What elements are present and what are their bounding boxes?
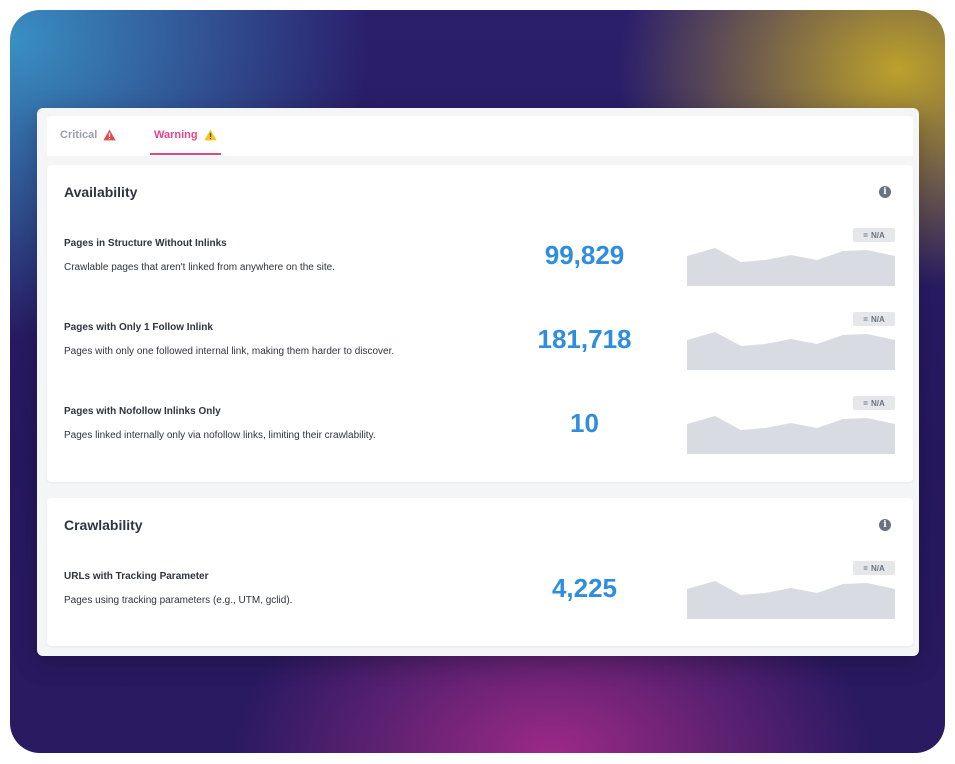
equals-icon: = [863,314,868,324]
issue-count[interactable]: 4,225 [502,573,667,604]
info-icon[interactable]: i [879,519,891,531]
issue-row[interactable]: Pages with Only 1 Follow Inlink Pages wi… [47,312,913,398]
issue-count[interactable]: 10 [502,408,667,439]
issue-count[interactable]: 99,829 [502,240,667,271]
sparkline [687,332,895,370]
sparkline [687,581,895,619]
tab-critical[interactable]: Critical [60,116,116,154]
issue-count[interactable]: 181,718 [502,324,667,355]
trend-badge-label: N/A [870,314,885,324]
issue-title: Pages with Nofollow Inlinks Only [64,406,221,417]
issue-row[interactable]: Pages in Structure Without Inlinks Crawl… [47,228,913,314]
tab-warning-label: Warning [154,128,198,141]
issues-panel: Critical Warning Availability i Pages in… [37,108,919,656]
trend-badge: = N/A [853,561,895,575]
section-title: Availability [64,184,138,200]
trend-badge: = N/A [853,396,895,410]
issue-title: Pages with Only 1 Follow Inlink [64,322,213,333]
tab-critical-label: Critical [60,129,98,141]
trend-badge: = N/A [853,312,895,326]
warning-triangle-icon [103,129,116,141]
equals-icon: = [863,230,868,240]
issue-title: URLs with Tracking Parameter [64,571,209,582]
issue-description: Pages linked internally only via nofollo… [64,430,376,441]
issue-description: Pages with only one followed internal li… [64,346,395,357]
equals-icon: = [863,563,868,573]
sparkline [687,248,895,286]
sparkline [687,416,895,454]
availability-card: Availability i Pages in Structure Withou… [47,165,913,482]
trend-badge-label: N/A [870,230,885,240]
tab-bar: Critical Warning [47,116,913,156]
trend-badge: = N/A [853,228,895,242]
issue-row[interactable]: Pages with Nofollow Inlinks Only Pages l… [47,396,913,482]
crawlability-card: Crawlability i URLs with Tracking Parame… [47,498,913,646]
warning-triangle-icon [203,129,217,140]
equals-icon: = [863,398,868,408]
issue-row[interactable]: URLs with Tracking Parameter Pages using… [47,561,913,647]
issue-title: Pages in Structure Without Inlinks [64,238,227,249]
info-icon[interactable]: i [879,186,891,198]
tab-warning[interactable]: Warning [150,116,221,155]
section-title: Crawlability [64,517,143,533]
trend-badge-label: N/A [870,563,885,573]
issue-description: Pages using tracking parameters (e.g., U… [64,595,293,606]
trend-badge-label: N/A [870,398,885,408]
issue-description: Crawlable pages that aren't linked from … [64,262,335,273]
